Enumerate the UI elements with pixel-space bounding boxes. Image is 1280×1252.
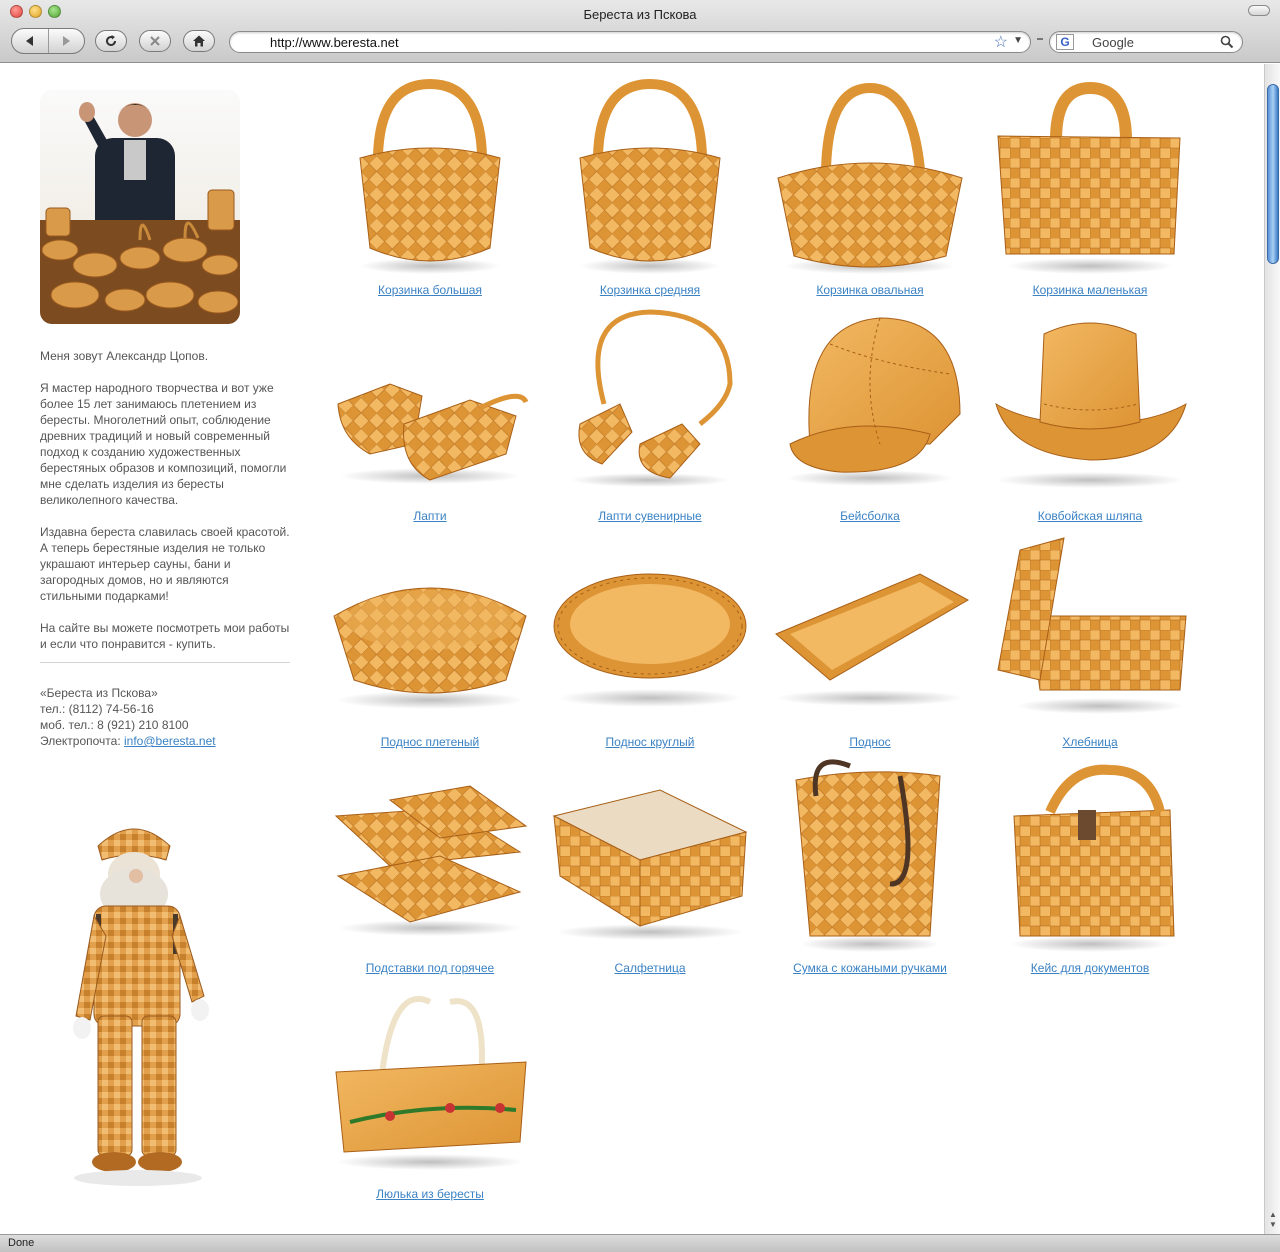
product-link[interactable]: Корзинка овальная [760, 283, 980, 297]
product-card[interactable]: Корзинка средняя [540, 78, 760, 304]
stop-icon [150, 36, 160, 46]
search-icon[interactable] [1220, 35, 1234, 49]
history-navigation [11, 28, 85, 54]
sidebar: Меня зовут Александр Цопов. Я мастер нар… [40, 90, 290, 749]
product-link[interactable]: Лапти [320, 509, 540, 523]
product-card[interactable]: Лапти сувенирные [540, 304, 760, 530]
bio-paragraph: На сайте вы можете посмотреть мои работы… [40, 621, 290, 651]
product-link[interactable]: Корзинка маленькая [980, 283, 1200, 297]
email-line: Электропочта: info@beresta.net [40, 733, 290, 749]
search-bar[interactable]: G Google [1049, 31, 1243, 53]
product-image[interactable] [330, 982, 530, 1178]
forward-button[interactable] [47, 29, 84, 53]
product-link[interactable]: Лапти сувенирные [540, 509, 760, 523]
home-icon [193, 35, 205, 47]
product-link[interactable]: Ковбойская шляпа [980, 509, 1200, 523]
product-link[interactable]: Поднос круглый [540, 735, 760, 749]
product-link[interactable]: Поднос [760, 735, 980, 749]
email-link[interactable]: info@beresta.net [124, 734, 216, 748]
product-image[interactable] [550, 756, 750, 952]
search-input[interactable]: Google [1092, 35, 1134, 50]
product-image[interactable] [550, 78, 750, 274]
bookmark-star-icon[interactable]: ☆ [994, 32, 1008, 52]
browser-toolbar: Береста из Пскова http://www.beresta.net… [0, 0, 1280, 63]
product-image[interactable] [770, 78, 970, 274]
product-link[interactable]: Хлебница [980, 735, 1200, 749]
product-image[interactable] [990, 756, 1190, 952]
portrait-photo [40, 90, 240, 324]
bio-paragraph: Издавна береста славилась своей красотой… [40, 525, 290, 603]
product-card[interactable]: Бейсболка [760, 304, 980, 530]
sidebar-divider [40, 662, 290, 663]
product-link[interactable]: Сумка с кожаными ручками [760, 961, 980, 975]
product-link[interactable]: Корзинка средняя [540, 283, 760, 297]
product-image[interactable] [550, 530, 750, 726]
product-card[interactable]: Хлебница [980, 530, 1200, 756]
product-card[interactable]: Корзинка овальная [760, 78, 980, 304]
product-card[interactable]: Сумка с кожаными ручками [760, 756, 980, 982]
birch-doll-figure [73, 828, 209, 1186]
product-card[interactable]: Ковбойская шляпа [980, 304, 1200, 530]
product-card[interactable]: Подставки под горячее [320, 756, 540, 982]
window-title: Береста из Пскова [583, 7, 697, 22]
product-image[interactable] [330, 756, 530, 952]
scroll-arrows-icon[interactable]: ▲ ▼ [1267, 1210, 1279, 1230]
product-image[interactable] [770, 530, 970, 726]
status-bar: Done [0, 1234, 1280, 1252]
product-image[interactable] [770, 756, 970, 952]
product-image[interactable] [330, 304, 530, 500]
product-card[interactable]: Люлька из бересты [320, 982, 540, 1208]
toolbar-separator [1037, 38, 1043, 40]
product-card[interactable]: Салфетница [540, 756, 760, 982]
bio-intro: Меня зовут Александр Цопов. [40, 349, 209, 363]
product-card[interactable]: Поднос [760, 530, 980, 756]
product-link[interactable]: Салфетница [540, 961, 760, 975]
bio-paragraph: Я мастер народного творчества и вот уже … [40, 381, 287, 507]
stop-button[interactable] [139, 30, 171, 52]
product-link[interactable]: Люлька из бересты [320, 1187, 540, 1201]
product-image[interactable] [330, 530, 530, 726]
product-image[interactable] [990, 78, 1190, 274]
company-name: «Береста из Пскова» [40, 686, 158, 700]
url-text[interactable]: http://www.beresta.net [270, 35, 399, 50]
vertical-scrollbar[interactable]: ▲ ▼ [1264, 64, 1280, 1234]
forward-arrow-icon [63, 36, 71, 46]
product-image[interactable] [550, 304, 750, 500]
mobile-number: моб. тел.: 8 (921) 210 8100 [40, 718, 189, 732]
product-image[interactable] [770, 304, 970, 500]
product-link[interactable]: Кейс для документов [980, 961, 1200, 975]
toolbar-toggle-button[interactable] [1248, 5, 1270, 16]
status-text: Done [8, 1237, 35, 1249]
product-image[interactable] [990, 530, 1190, 726]
phone-number: тел.: (8112) 74-56-16 [40, 702, 154, 716]
product-card[interactable]: Поднос круглый [540, 530, 760, 756]
address-bar[interactable]: http://www.beresta.net ☆ ▼ [229, 31, 1031, 53]
scrollbar-thumb[interactable] [1267, 84, 1279, 264]
product-link[interactable]: Корзинка большая [320, 283, 540, 297]
product-link[interactable]: Бейсболка [760, 509, 980, 523]
product-card[interactable]: Поднос плетеный [320, 530, 540, 756]
contact-info: «Береста из Пскова» тел.: (8112) 74-56-1… [40, 685, 290, 749]
reload-button[interactable] [95, 30, 127, 52]
product-card[interactable]: Лапти [320, 304, 540, 530]
history-dropdown-icon[interactable]: ▼ [1013, 35, 1023, 46]
page-content: Меня зовут Александр Цопов. Я мастер нар… [0, 64, 1264, 1234]
product-image[interactable] [330, 78, 530, 274]
product-card[interactable]: Кейс для документов [980, 756, 1200, 982]
reload-icon [106, 35, 116, 46]
google-logo-icon[interactable]: G [1056, 34, 1074, 50]
home-button[interactable] [183, 30, 215, 52]
back-button[interactable] [12, 29, 48, 53]
product-card[interactable]: Корзинка большая [320, 78, 540, 304]
product-link[interactable]: Подставки под горячее [320, 961, 540, 975]
biography: Меня зовут Александр Цопов. Я мастер нар… [40, 348, 290, 652]
product-link[interactable]: Поднос плетеный [320, 735, 540, 749]
product-card[interactable]: Корзинка маленькая [980, 78, 1200, 304]
product-image[interactable] [990, 304, 1190, 500]
email-label: Электропочта: [40, 734, 124, 748]
back-arrow-icon [25, 36, 33, 46]
